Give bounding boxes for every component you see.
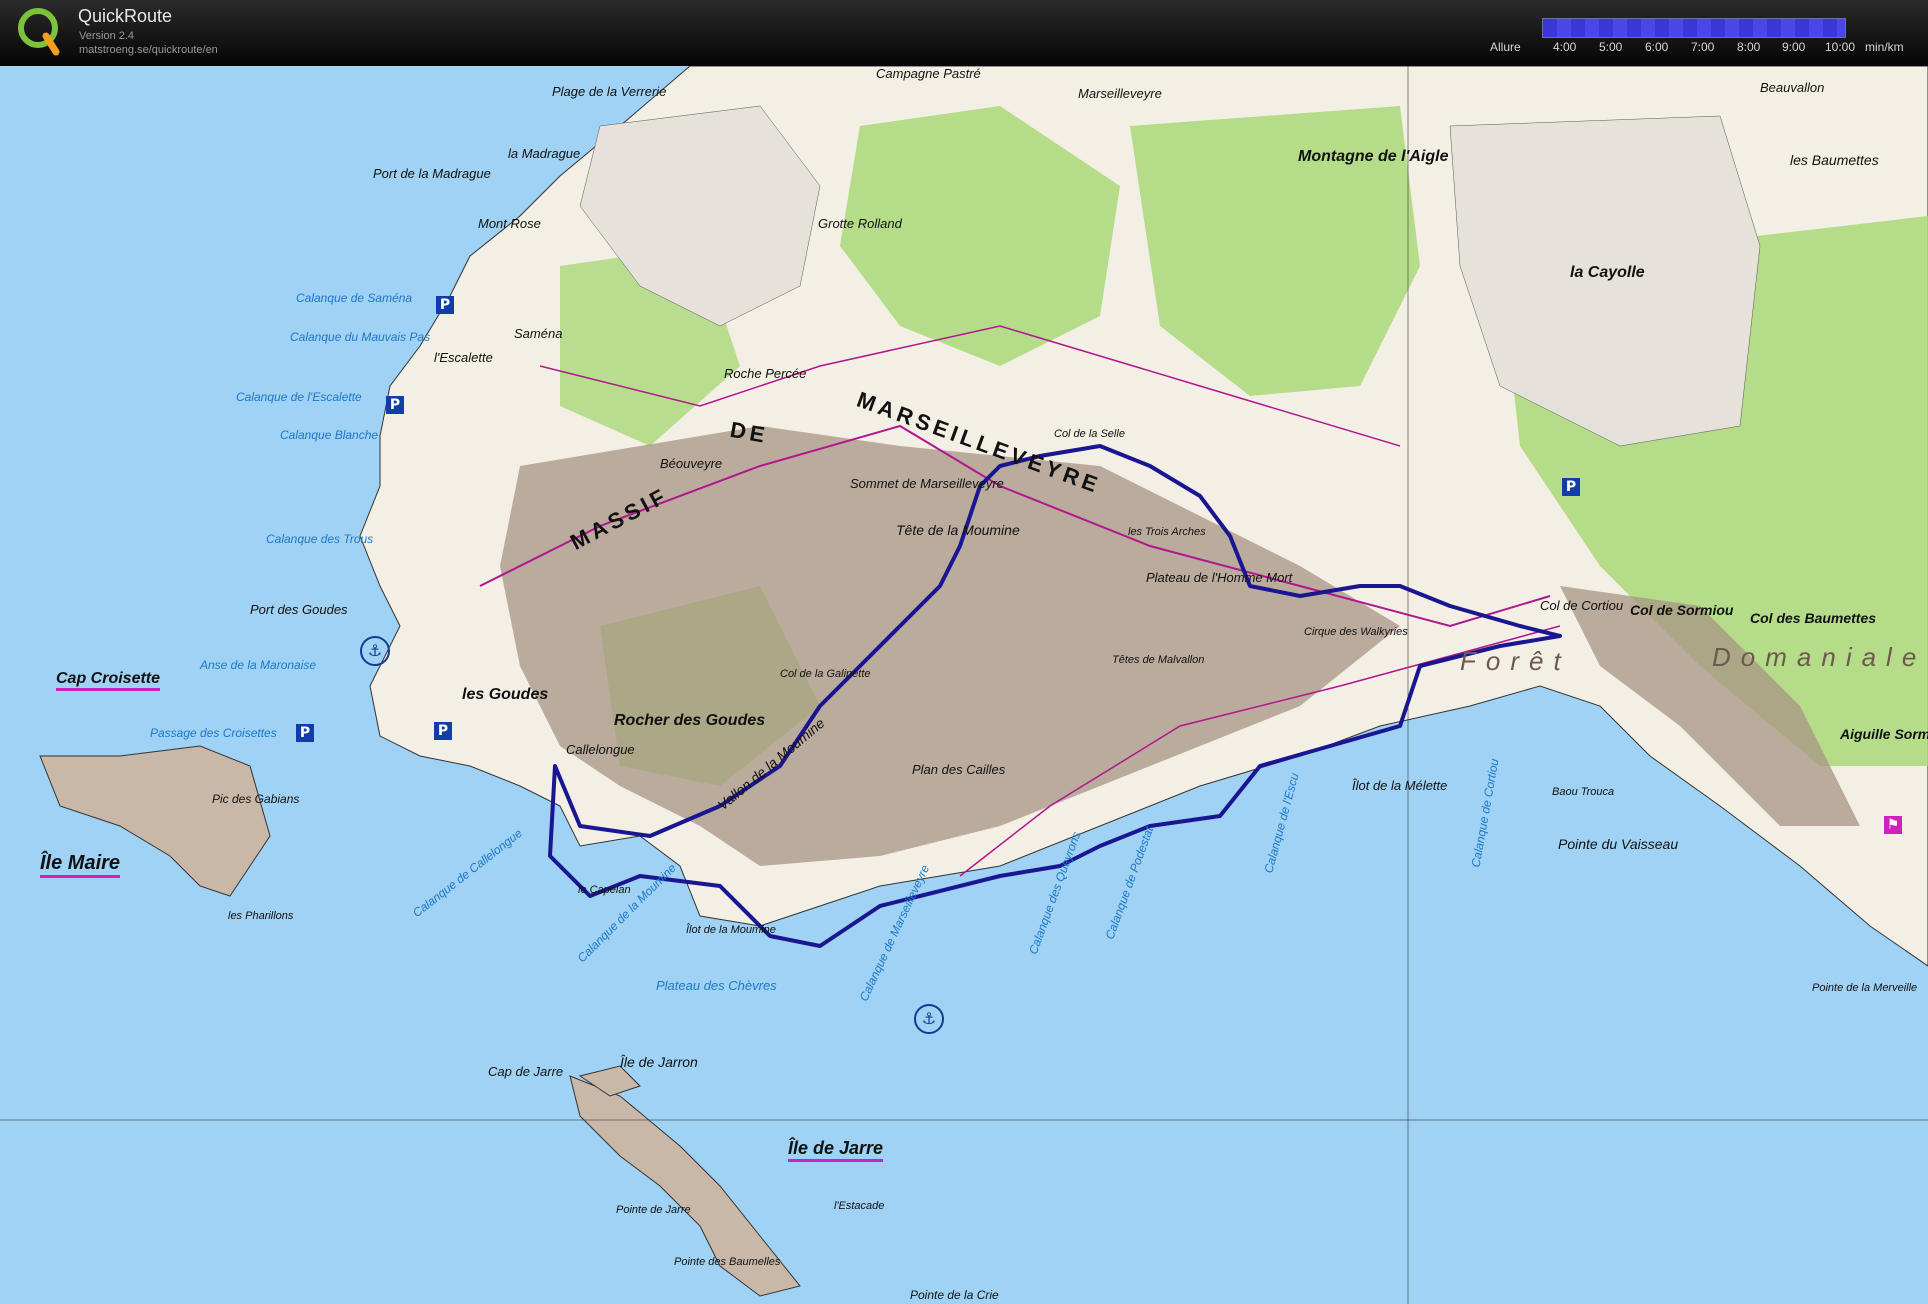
anchorage-icon: ⚓: [914, 1004, 944, 1034]
parking-icon: P: [434, 722, 452, 740]
label-tete-moumine: Tête de la Moumine: [896, 522, 1020, 538]
label-col-sormiou: Col de Sormiou: [1630, 602, 1734, 618]
label-col-galinette: Col de la Galinette: [780, 668, 871, 680]
label-estacade: l'Estacade: [834, 1200, 885, 1212]
label-mont-rose: Mont Rose: [478, 216, 541, 231]
label-cap-jarre: Cap de Jarre: [488, 1064, 564, 1079]
pace-tick: 7:00: [1691, 40, 1715, 54]
quickroute-header: QuickRoute Version 2.4 matstroeng.se/qui…: [0, 0, 1928, 66]
pace-color-scale: [1542, 18, 1846, 38]
pace-tick: 8:00: [1737, 40, 1761, 54]
app-url[interactable]: matstroeng.se/quickroute/en: [79, 44, 218, 56]
parking-icon: P: [296, 724, 314, 742]
label-trois-arches: les Trois Arches: [1128, 526, 1206, 538]
label-marseilleveyre-town: Marseilleveyre: [1078, 86, 1162, 101]
pace-tick: 5:00: [1599, 40, 1623, 54]
label-pic-gabians: Pic des Gabians: [212, 792, 300, 806]
label-tetes-malvallon: Têtes de Malvallon: [1112, 654, 1205, 666]
label-les-baumettes: les Baumettes: [1790, 152, 1879, 168]
label-calanque-trous: Calanque des Trous: [266, 532, 374, 546]
label-domaniale: Domaniale: [1712, 642, 1927, 672]
label-port-goudes: Port des Goudes: [250, 602, 348, 617]
quickroute-logo-icon: [18, 8, 60, 56]
label-port-madrague: Port de la Madrague: [373, 166, 491, 181]
parking-icon: P: [436, 296, 454, 314]
label-col-selle: Col de la Selle: [1054, 428, 1125, 440]
label-ilot-melette: Îlot de la Mélette: [1352, 778, 1448, 793]
label-calanque-escalette: Calanque de l'Escalette: [236, 390, 362, 404]
label-anse-maronaise: Anse de la Maronaise: [200, 658, 317, 672]
label-passage-croisettes: Passage des Croisettes: [150, 726, 277, 740]
label-escalette: l'Escalette: [434, 350, 493, 365]
label-pointe-vaisseau: Pointe du Vaisseau: [1558, 836, 1679, 852]
label-ile-jarre: Île de Jarre: [788, 1138, 884, 1162]
label-cap-croisette: Cap Croisette: [56, 670, 161, 691]
label-plan-cailles: Plan des Cailles: [912, 762, 1006, 777]
label-samena: Saména: [514, 326, 563, 341]
app-name: QuickRoute: [78, 6, 173, 26]
pace-label: Allure: [1490, 40, 1521, 54]
label-plateau-chevres: Plateau des Chèvres: [656, 978, 777, 993]
label-beouveyre: Béouveyre: [660, 456, 723, 471]
pace-tick: 10:00: [1825, 40, 1856, 54]
label-les-goudes: les Goudes: [462, 686, 549, 703]
label-montagne-aigle: Montagne de l'Aigle: [1298, 148, 1449, 165]
label-roche-percee: Roche Percée: [724, 366, 807, 381]
topographic-map[interactable]: Plage de la Verrerie la Madrague Port de…: [0, 66, 1928, 1304]
pace-unit: min/km: [1865, 40, 1904, 54]
port-anchor-icon: ⚓: [360, 636, 390, 666]
label-pointe-baumelles: Pointe des Baumelles: [674, 1256, 781, 1268]
label-baou-trouca: Baou Trouca: [1552, 786, 1615, 798]
map-canvas: [0, 66, 1928, 1304]
app-version: Version 2.4: [79, 30, 135, 42]
label-foret: Forêt: [1460, 646, 1571, 676]
label-ilot-moumine: Îlot de la Moumine: [686, 924, 776, 936]
label-pharillons: les Pharillons: [228, 910, 294, 922]
label-la-cayolle: la Cayolle: [1570, 264, 1645, 281]
label-plage-verrerie: Plage de la Verrerie: [552, 84, 667, 99]
parking-icon: P: [386, 396, 404, 414]
finish-flag-icon: ⚑: [1884, 816, 1902, 834]
label-campagne-pastre: Campagne Pastré: [876, 66, 981, 81]
label-pointe-jarre: Pointe de Jarre: [616, 1204, 691, 1216]
label-madrague: la Madrague: [508, 146, 581, 161]
label-calanque-blanche: Calanque Blanche: [280, 428, 379, 442]
label-beauvallon: Beauvallon: [1760, 80, 1825, 95]
label-ile-maire: Île Maire: [40, 852, 121, 878]
label-aiguille-sormiou: Aiguille Sormiou: [1840, 726, 1928, 742]
pace-tick: 9:00: [1782, 40, 1806, 54]
label-col-baumettes: Col des Baumettes: [1750, 610, 1877, 626]
label-cirque-walkyries: Cirque des Walkyries: [1304, 626, 1408, 638]
label-callelongue: Callelongue: [566, 742, 635, 757]
label-calanque-samena: Calanque de Saména: [296, 291, 413, 305]
pace-tick: 4:00: [1553, 40, 1577, 54]
label-plateau-homme-mort: Plateau de l'Homme Mort: [1146, 570, 1293, 585]
label-rocher-goudes: Rocher des Goudes: [614, 712, 766, 729]
parking-icon: P: [1562, 478, 1580, 496]
label-col-cortiou: Col de Cortiou: [1540, 598, 1624, 613]
label-ile-jarron: Île de Jarron: [620, 1054, 698, 1070]
pace-tick: 6:00: [1645, 40, 1669, 54]
label-pointe-merveille: Pointe de la Merveille: [1812, 982, 1918, 994]
label-le-capelan: le Capelan: [578, 884, 631, 896]
label-sommet-marseilleveyre: Sommet de Marseilleveyre: [850, 476, 1004, 491]
label-pointe-crie: Pointe de la Crie: [910, 1288, 999, 1302]
label-calanque-mauvais-pas: Calanque du Mauvais Pas: [290, 330, 431, 344]
label-grotte-rolland: Grotte Rolland: [818, 216, 902, 231]
